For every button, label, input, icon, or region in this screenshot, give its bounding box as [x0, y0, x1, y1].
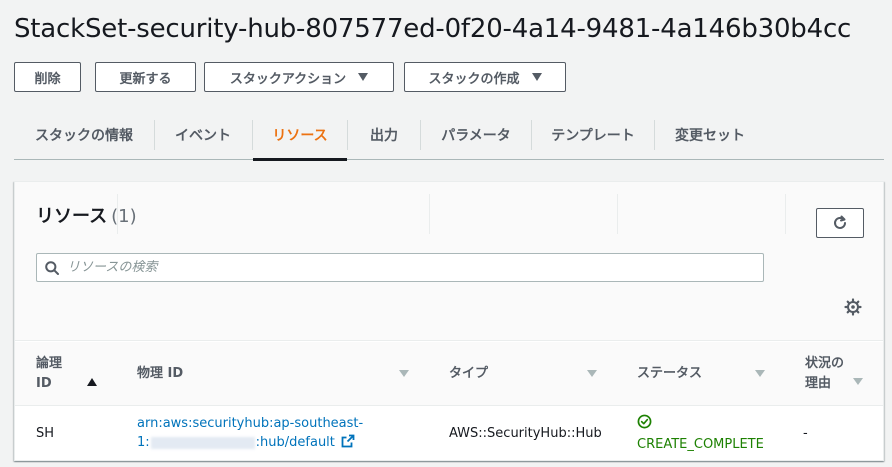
- external-link-icon[interactable]: [341, 434, 355, 448]
- sort-icon: [755, 370, 765, 377]
- update-button-label: 更新する: [119, 71, 172, 87]
- caret-down-icon: [531, 73, 542, 81]
- column-divider: [617, 194, 618, 234]
- cell-status: CREATE_COMPLETE: [637, 414, 764, 454]
- physical-id-link[interactable]: arn:aws:securityhub:ap-southeast-: [137, 416, 363, 431]
- column-header-status-reason[interactable]: 状況の 理由: [785, 342, 883, 406]
- tab-bar: スタックの情報 イベント リソース 出力 パラメータ テンプレート 変更セット: [14, 110, 884, 161]
- delete-button-label: 削除: [34, 71, 61, 87]
- tab-label: 変更セット: [675, 128, 745, 144]
- tab-template[interactable]: テンプレート: [532, 110, 654, 160]
- cell-logical-id: SH: [36, 426, 55, 441]
- column-label-line: ID: [36, 376, 52, 391]
- tab-stack-info[interactable]: スタックの情報: [14, 110, 154, 160]
- cell-type: AWS::SecurityHub::Hub: [449, 426, 602, 441]
- sort-icon: [587, 370, 597, 377]
- tab-change-sets[interactable]: 変更セット: [655, 110, 765, 160]
- search-input[interactable]: [67, 254, 763, 281]
- column-label-line: 論理: [36, 356, 63, 371]
- tab-parameters[interactable]: パラメータ: [421, 110, 531, 160]
- tab-label: 出力: [370, 128, 398, 144]
- delete-button[interactable]: 削除: [14, 62, 81, 92]
- resources-title: リソース: [36, 206, 108, 227]
- physical-id-link-line2[interactable]: 1: :hub/default: [137, 435, 335, 450]
- caret-down-icon: [358, 73, 369, 81]
- column-divider: [117, 194, 118, 234]
- cell-status-reason: -: [803, 426, 808, 441]
- column-label: タイプ: [449, 366, 489, 381]
- tab-events[interactable]: イベント: [155, 110, 251, 160]
- update-button[interactable]: 更新する: [95, 62, 196, 92]
- check-circle-icon: [637, 414, 652, 429]
- column-label: 状況の 理由: [805, 354, 844, 394]
- create-stack-label: スタックの作成: [428, 71, 520, 87]
- table-row: SH arn:aws:securityhub:ap-southeast- 1::…: [15, 407, 883, 461]
- sort-icon: [853, 378, 863, 385]
- tab-outputs[interactable]: 出力: [348, 110, 420, 160]
- resources-panel-header: リソース (1): [15, 182, 883, 341]
- column-label-line: 状況の: [805, 356, 845, 371]
- tab-label: パラメータ: [441, 128, 511, 144]
- physical-id-prefix: 1:: [137, 435, 150, 450]
- page-title: StackSet-security-hub-807577ed-0f20-4a14…: [14, 14, 852, 44]
- resources-panel: リソース (1) リソースの検索 論理 ID 物理 ID タイプ ステータス 状…: [14, 181, 884, 461]
- column-label: 論理 ID: [36, 354, 62, 394]
- cell-physical-id: arn:aws:securityhub:ap-southeast- 1: :hub…: [137, 414, 363, 452]
- status-text: CREATE_COMPLETE: [637, 437, 764, 452]
- tab-label: イベント: [175, 128, 231, 144]
- sort-icon: [399, 370, 409, 377]
- column-label: ステータス: [637, 366, 703, 381]
- redacted-account-id: [150, 436, 255, 449]
- column-label: 物理 ID: [137, 366, 184, 381]
- column-divider: [429, 194, 430, 234]
- stack-actions-label: スタックアクション: [229, 71, 347, 87]
- sort-ascending-icon: [87, 378, 97, 386]
- gear-icon: [844, 298, 862, 316]
- refresh-button[interactable]: [816, 208, 864, 238]
- column-header-physical-id[interactable]: 物理 ID: [117, 342, 429, 406]
- create-stack-dropdown[interactable]: スタックの作成: [404, 62, 566, 92]
- column-divider: [785, 194, 786, 234]
- physical-id-suffix: :hub/default: [255, 435, 335, 450]
- tab-resources[interactable]: リソース: [253, 110, 347, 161]
- tab-label: リソース: [272, 128, 328, 144]
- search-icon: [45, 260, 59, 275]
- tab-label: テンプレート: [551, 128, 635, 144]
- table-preferences-button[interactable]: [844, 298, 862, 316]
- stack-actions-dropdown[interactable]: スタックアクション: [204, 62, 394, 92]
- column-header-status[interactable]: ステータス: [617, 342, 785, 406]
- column-header-type[interactable]: タイプ: [429, 342, 617, 406]
- resources-count: (1): [111, 206, 137, 227]
- resource-search[interactable]: [36, 253, 764, 282]
- tab-label: スタックの情報: [35, 128, 133, 144]
- column-header-logical-id[interactable]: 論理 ID: [15, 342, 117, 406]
- column-label-line: 理由: [805, 376, 832, 391]
- refresh-icon: [834, 215, 846, 229]
- resources-heading: リソース (1): [36, 202, 137, 228]
